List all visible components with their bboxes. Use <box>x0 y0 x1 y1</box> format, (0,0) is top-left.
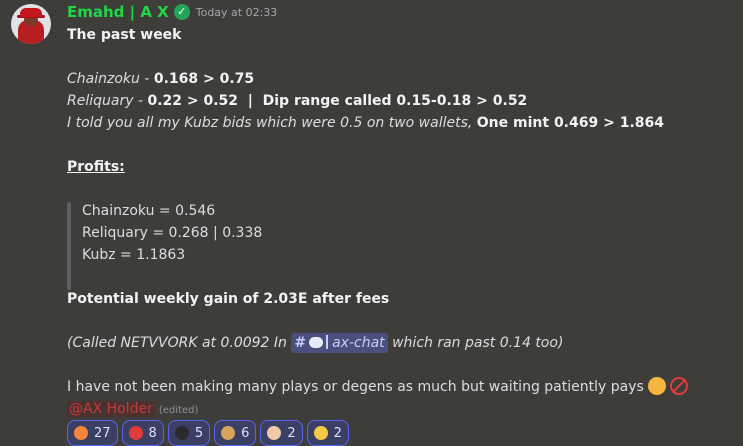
final-line: I have not been making many plays or deg… <box>67 376 737 398</box>
reaction-praying-hands[interactable]: 2 <box>260 420 303 446</box>
profits-blockquote: Chainzoku = 0.546 Reliquary = 0.268 | 0.… <box>67 200 737 290</box>
hash-icon: # <box>294 335 307 351</box>
profits-heading: Profits: <box>67 159 125 175</box>
reaction-bar: 27 8 5 6 2 2 <box>67 420 349 446</box>
verified-icon: ✓ <box>173 4 190 20</box>
mention-line: @AX Holder (edited) <box>67 398 737 420</box>
message-content: The past week Chainzoku - 0.168 > 0.75 R… <box>67 24 737 420</box>
role-mention-ax-holder[interactable]: @AX Holder <box>67 401 155 417</box>
avatar[interactable] <box>11 4 51 44</box>
reaction-bomb[interactable]: 5 <box>167 420 211 446</box>
kubz-line: I told you all my Kubz bids which were 0… <box>67 115 664 131</box>
edited-label: (edited) <box>158 405 199 416</box>
reaction-money-bag[interactable]: 6 <box>214 420 257 446</box>
timestamp[interactable]: Today at 02:33 <box>196 6 278 19</box>
reaction-no-fear[interactable]: 8 <box>121 420 164 446</box>
speech-bubble-icon <box>309 337 324 348</box>
bomb-icon <box>174 426 189 440</box>
called-line: (Called NETVVORK at 0.0092 In # ax-chat w… <box>67 333 564 353</box>
message-header: Emahd | A X ✓ Today at 02:33 <box>67 2 277 22</box>
no-fear-icon <box>669 377 688 395</box>
no-fear-icon <box>128 426 143 440</box>
reliquary-line: Reliquary - 0.22 > 0.52 | Dip range call… <box>67 93 528 109</box>
smiling-face-icon <box>313 426 328 440</box>
money-bag-icon <box>221 426 236 440</box>
reaction-smiling-face[interactable]: 2 <box>306 420 349 446</box>
channel-mention-ax-chat[interactable]: # ax-chat <box>291 333 388 353</box>
reaction-fire[interactable]: 27 <box>67 420 118 446</box>
message-title: The past week <box>67 27 182 43</box>
chainzoku-line: Chainzoku - 0.168 > 0.75 <box>67 71 255 87</box>
username[interactable]: Emahd | A X <box>67 3 169 21</box>
handshake-icon <box>647 377 666 395</box>
chat-message: Emahd | A X ✓ Today at 02:33 The past we… <box>0 0 743 446</box>
fire-icon <box>74 426 88 440</box>
praying-hands-icon <box>267 426 282 440</box>
weekly-gain: Potential weekly gain of 2.03E after fee… <box>67 291 390 307</box>
